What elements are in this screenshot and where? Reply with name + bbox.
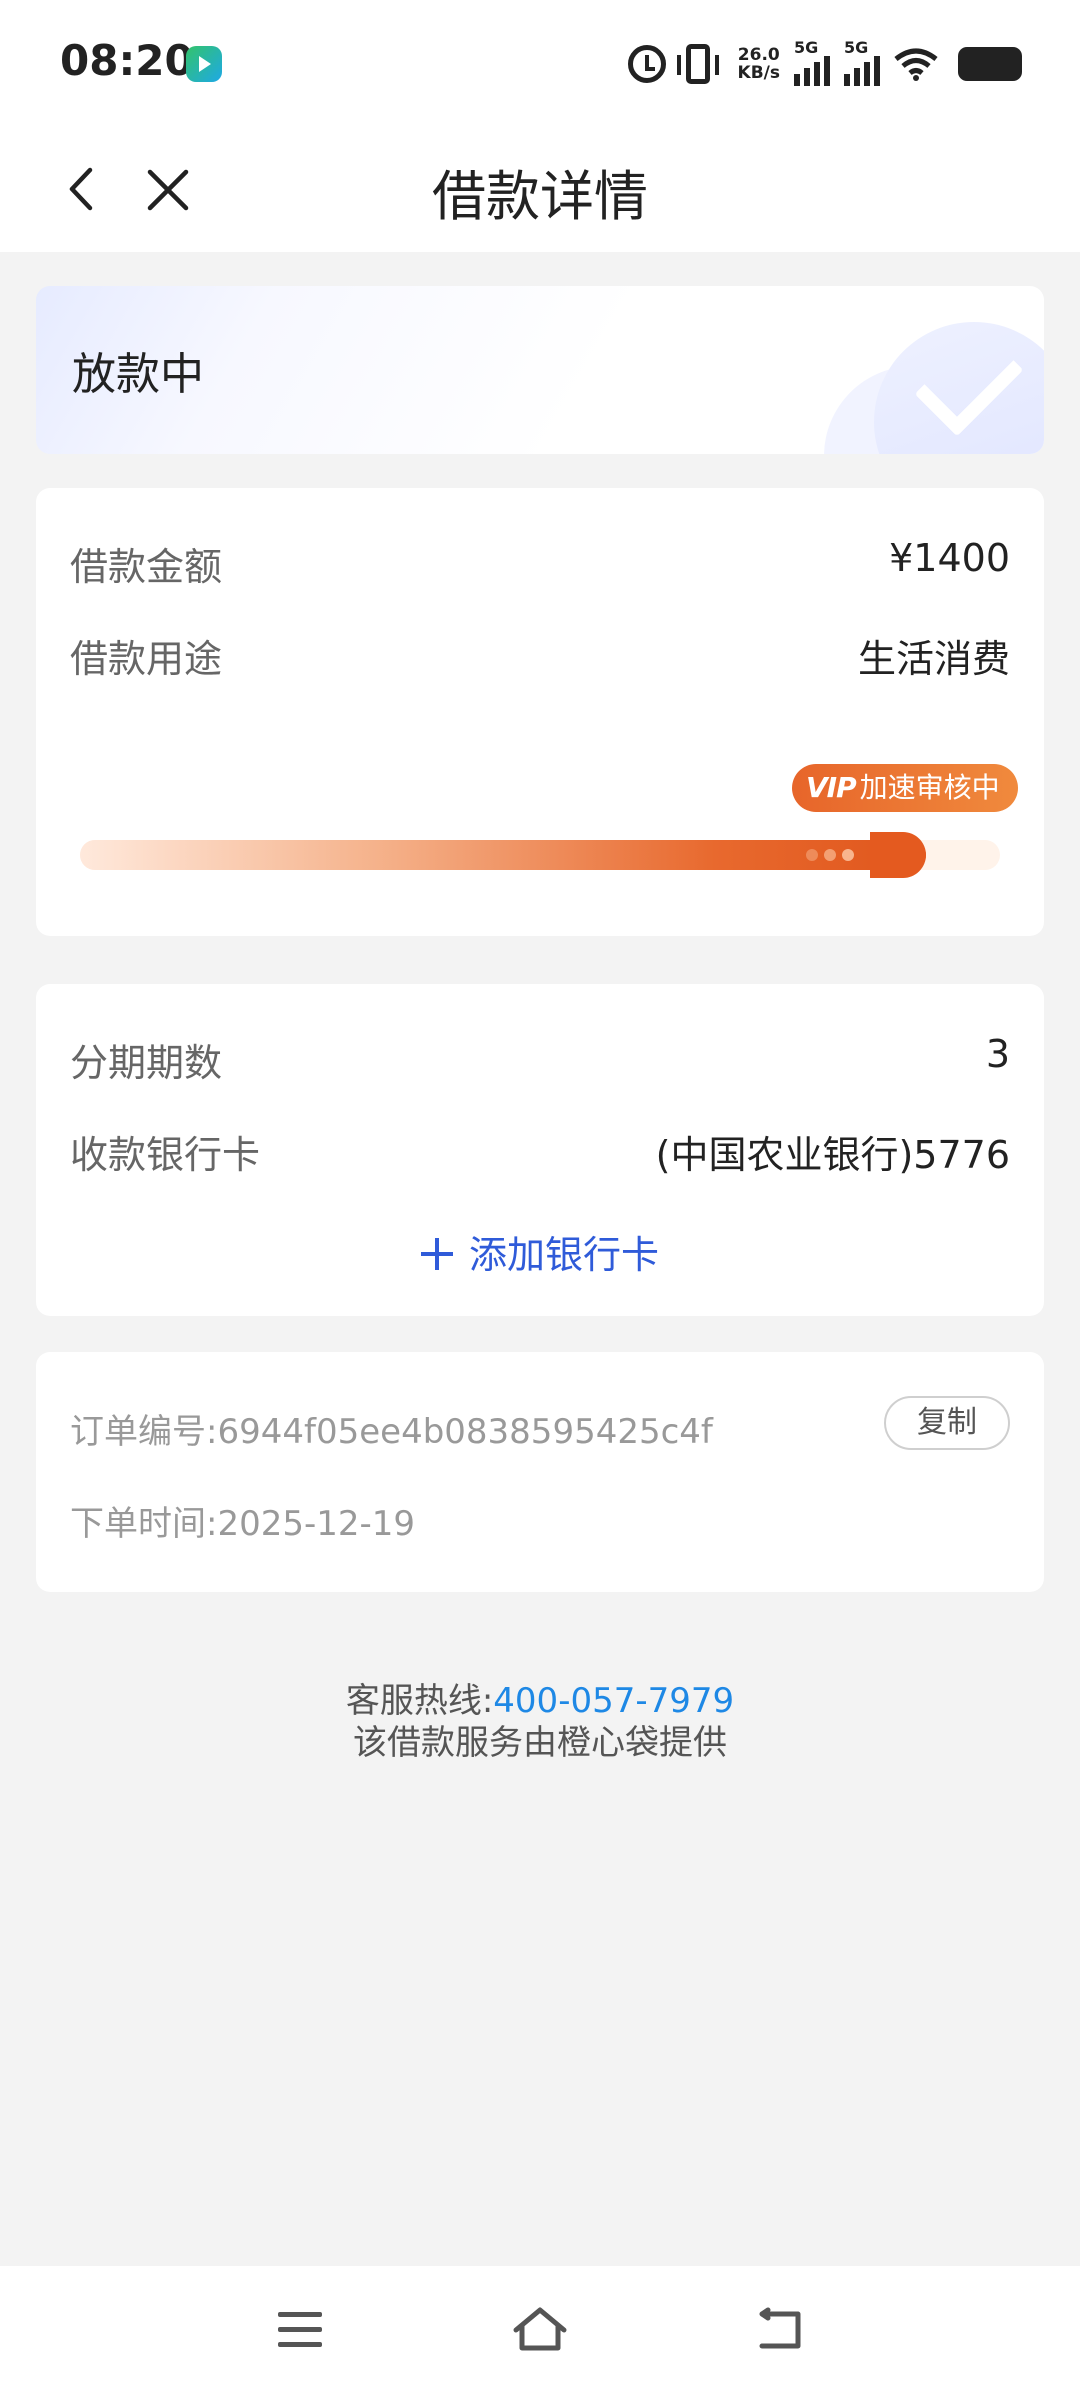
- installments-value: 3: [985, 1032, 1010, 1076]
- alarm-icon: [627, 45, 666, 83]
- status-icons: 26.0 KB/s 5G 5G: [627, 38, 1022, 90]
- bank-info-card: 分期期数 3 收款银行卡 (中国农业银行)5776 添加银行卡: [36, 984, 1044, 1316]
- signal-icon-2: 5G: [844, 38, 880, 86]
- amount-row: 借款金额 ¥1400: [70, 536, 1010, 596]
- rocket-trail-dot: [806, 849, 818, 861]
- installments-row: 分期期数 3: [70, 1032, 1010, 1092]
- rocket-icon: [870, 832, 926, 878]
- system-nav-bar: [0, 2266, 1080, 2392]
- net-speed-value: 26.0: [737, 45, 780, 65]
- loan-info-card: 借款金额 ¥1400 借款用途 生活消费 VIP 加速审核中: [36, 488, 1044, 936]
- signal-label-2: 5G: [844, 38, 869, 57]
- signal-label: 5G: [794, 38, 819, 57]
- order-number-label: 订单编号:: [70, 1412, 218, 1452]
- vip-review-badge: VIP 加速审核中: [792, 764, 1018, 812]
- order-time-value: 2025-12-19: [217, 1504, 416, 1544]
- purpose-value: 生活消费: [857, 637, 1010, 681]
- order-number-row: 订单编号:6944f05ee4b0838595425c4f: [70, 1404, 713, 1453]
- loan-status-card: 放款中: [36, 286, 1044, 454]
- footer: 客服热线:400-057-7979 该借款服务由橙心袋提供: [0, 1680, 1080, 1764]
- bank-card-value: (中国农业银行)5776: [655, 1133, 1010, 1177]
- purpose-row: 借款用途 生活消费: [70, 628, 1010, 688]
- amount-value: ¥1400: [889, 536, 1010, 580]
- page-title: 借款详情: [432, 165, 648, 228]
- vibrate-icon: [676, 44, 719, 84]
- battery-icon: [958, 47, 1022, 81]
- rocket-trail-dot: [842, 849, 854, 861]
- navigation-bar: 借款详情: [0, 128, 1080, 252]
- menu-icon[interactable]: [278, 2312, 322, 2348]
- status-bar: 08:20 26.0 KB/s 5G 5G: [0, 0, 1080, 128]
- installments-label: 分期期数: [70, 1041, 223, 1085]
- vip-label: VIP: [806, 771, 857, 804]
- hotline-link[interactable]: 400-057-7979: [493, 1681, 734, 1721]
- review-progress-bar: [80, 832, 1000, 878]
- amount-label: 借款金额: [70, 545, 223, 589]
- rocket-trail-dot: [824, 849, 836, 861]
- order-time-label: 下单时间:: [70, 1504, 218, 1544]
- add-bank-card-label: 添加银行卡: [468, 1233, 659, 1277]
- loan-status: 放款中: [72, 349, 204, 400]
- wifi-icon: [894, 48, 938, 81]
- copy-button[interactable]: 复制: [884, 1396, 1010, 1450]
- order-time-row: 下单时间:2025-12-19: [70, 1496, 415, 1545]
- signal-icon: 5G: [794, 38, 830, 86]
- order-info-card: 订单编号:6944f05ee4b0838595425c4f 复制 下单时间:20…: [36, 1352, 1044, 1592]
- progress-fill: [80, 840, 926, 870]
- bank-card-row[interactable]: 收款银行卡 (中国农业银行)5776: [70, 1124, 1010, 1184]
- plus-icon: [420, 1238, 453, 1270]
- home-icon[interactable]: [512, 2304, 568, 2354]
- return-icon[interactable]: [754, 2306, 804, 2352]
- net-speed: 26.0 KB/s: [738, 46, 780, 82]
- hotline-label: 客服热线:: [345, 1681, 494, 1721]
- status-time: 08:20: [60, 36, 194, 85]
- purpose-label: 借款用途: [70, 637, 223, 681]
- order-number-value: 6944f05ee4b0838595425c4f: [217, 1412, 713, 1452]
- vip-status-text: 加速审核中: [859, 771, 1000, 804]
- app-icon: [186, 46, 222, 82]
- bank-card-label: 收款银行卡: [70, 1133, 261, 1177]
- net-speed-unit: KB/s: [737, 63, 780, 83]
- hotline-row: 客服热线:400-057-7979: [0, 1680, 1080, 1722]
- add-bank-card-button[interactable]: 添加银行卡: [36, 1224, 1044, 1279]
- provider-text: 该借款服务由橙心袋提供: [353, 1723, 727, 1763]
